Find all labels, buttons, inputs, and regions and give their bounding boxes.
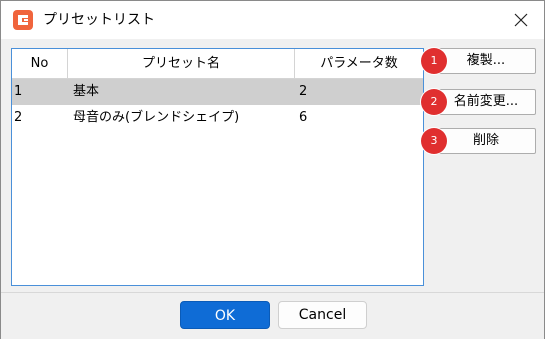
ok-button[interactable]: OK [180, 301, 270, 329]
column-header-preset-name[interactable]: プリセット名 [68, 49, 295, 78]
cell-preset-name: 基本 [73, 84, 100, 99]
close-button[interactable] [498, 1, 544, 39]
column-header-no[interactable]: No [12, 49, 68, 78]
table-row[interactable]: 2 母音のみ(ブレンドシェイプ) 6 [12, 105, 423, 131]
preset-table[interactable]: No プリセット名 パラメータ数 1 基本 2 2 母音のみ(ブレンドシェイプ)… [11, 48, 424, 286]
cancel-button[interactable]: Cancel [278, 301, 367, 329]
close-icon [514, 13, 528, 27]
rename-button[interactable]: 名前変更... [436, 89, 536, 115]
table-header: No プリセット名 パラメータ数 [12, 49, 423, 79]
table-row[interactable]: 1 基本 2 [12, 79, 423, 105]
cell-no: 1 [14, 84, 23, 99]
step-badge-1: 1 [421, 48, 447, 74]
duplicate-button[interactable]: 複製... [436, 48, 536, 74]
title-bar: プリセットリスト [1, 1, 544, 39]
cell-param-count: 6 [299, 110, 308, 125]
dialog-footer: OK Cancel [1, 292, 544, 339]
preset-list-dialog: プリセットリスト No プリセット名 パラメータ数 1 基本 2 2 母音のみ(… [0, 0, 545, 339]
delete-button[interactable]: 削除 [436, 128, 536, 154]
cell-no: 2 [14, 110, 23, 125]
step-badge-2: 2 [421, 89, 447, 115]
dialog-body: No プリセット名 パラメータ数 1 基本 2 2 母音のみ(ブレンドシェイプ)… [1, 39, 544, 292]
cell-preset-name: 母音のみ(ブレンドシェイプ) [73, 110, 240, 125]
window-title: プリセットリスト [43, 12, 155, 28]
step-badge-3: 3 [421, 128, 447, 154]
app-logo-icon [13, 10, 33, 30]
column-header-param-count[interactable]: パラメータ数 [295, 49, 423, 78]
cell-param-count: 2 [299, 84, 308, 99]
